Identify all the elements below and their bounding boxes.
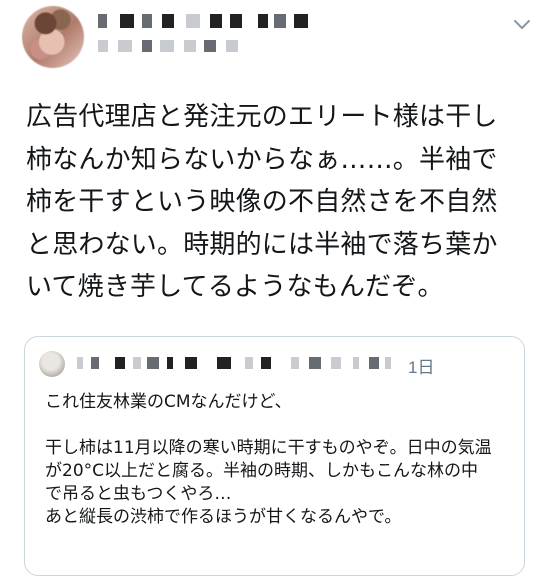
author-name-redacted[interactable] — [98, 14, 308, 28]
quoted-author-avatar — [39, 351, 65, 377]
quoted-author-name-redacted — [77, 357, 392, 369]
author-avatar[interactable] — [22, 6, 84, 68]
author-handle-redacted[interactable] — [98, 40, 248, 52]
tweet-header — [22, 6, 532, 68]
quoted-tweet-card[interactable]: 1日 これ住友林業のCMなんだけど、 干し柿は11月以降の寒い時期に干すものやぞ… — [24, 336, 525, 576]
quoted-tweet-date[interactable]: 1日 — [408, 353, 434, 378]
quoted-tweet-text: これ住友林業のCMなんだけど、 干し柿は11月以降の寒い時期に干すものやぞ。日中… — [45, 392, 492, 527]
chevron-down-icon[interactable] — [510, 12, 534, 36]
tweet-body-text: 広告代理店と発注元のエリート様は干し 柿なんか知らないからなぁ……。半袖で 柿を… — [26, 102, 498, 302]
